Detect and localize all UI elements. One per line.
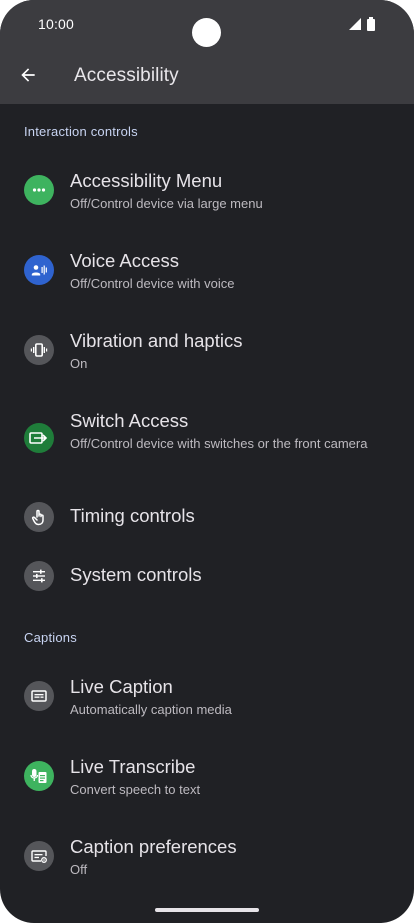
setting-subtitle: Off/Control device with switches or the … — [70, 436, 368, 451]
setting-vibration-haptics[interactable]: Vibration and haptics On — [0, 324, 414, 380]
setting-live-caption[interactable]: Live Caption Automatically caption media — [0, 670, 414, 726]
setting-title: Accessibility Menu — [70, 170, 223, 191]
back-button[interactable] — [10, 57, 46, 93]
setting-title: Switch Access — [70, 410, 189, 431]
setting-subtitle: Off/Control device with voice — [70, 276, 235, 291]
setting-icon-bg — [24, 502, 54, 532]
camera-cutout — [192, 18, 221, 47]
status-time: 10:00 — [38, 16, 75, 32]
voice-access-icon — [31, 265, 47, 276]
setting-voice-access[interactable]: Voice Access Off/Control device with voi… — [0, 244, 414, 300]
setting-title: Voice Access — [70, 250, 180, 271]
caption-settings-icon — [31, 850, 47, 863]
setting-title: Vibration and haptics — [70, 330, 243, 351]
live-transcribe-icon — [30, 769, 47, 783]
phone-screen: 10:00 Accessibility Interaction controls — [0, 0, 414, 923]
switch-access-icon — [29, 432, 48, 444]
setting-icon-bg — [24, 255, 54, 285]
page-title: Accessibility — [74, 65, 179, 86]
touch-hand-icon — [31, 509, 44, 526]
signal-icon — [349, 18, 361, 30]
setting-caption-preferences[interactable]: Caption preferences Off — [0, 830, 414, 886]
setting-icon-bg — [24, 423, 54, 453]
setting-subtitle: Off/Control device via large menu — [70, 196, 263, 211]
app-bar: Accessibility — [0, 52, 414, 102]
setting-title: Timing controls — [70, 505, 195, 526]
live-caption-icon — [31, 690, 47, 702]
setting-subtitle: Off — [70, 862, 88, 877]
setting-title: Live Caption — [70, 676, 173, 697]
setting-timing-controls[interactable]: Timing controls — [0, 498, 414, 536]
section-header-interaction-controls: Interaction controls — [24, 124, 138, 139]
home-gesture-bar[interactable] — [155, 908, 259, 912]
setting-subtitle: On — [70, 356, 88, 371]
setting-icon-bg — [24, 561, 54, 591]
setting-switch-access[interactable]: Switch Access Off/Control device with sw… — [0, 404, 414, 478]
setting-system-controls[interactable]: System controls — [0, 557, 414, 595]
more-horizontal-icon — [32, 188, 46, 192]
setting-subtitle: Convert speech to text — [70, 782, 201, 797]
setting-title: Caption preferences — [70, 836, 237, 857]
status-bar: 10:00 — [0, 0, 414, 48]
vibration-icon — [30, 343, 48, 357]
setting-title: Live Transcribe — [70, 756, 196, 777]
setting-accessibility-menu[interactable]: Accessibility Menu Off/Control device vi… — [0, 164, 414, 220]
setting-icon-bg — [24, 841, 54, 871]
setting-icon-bg — [24, 681, 54, 711]
status-icons — [348, 17, 376, 31]
setting-subtitle: Automatically caption media — [70, 702, 232, 717]
arrow-back-icon — [21, 68, 35, 82]
setting-icon-bg — [24, 175, 54, 205]
sliders-icon — [33, 569, 45, 583]
setting-icon-bg — [24, 335, 54, 365]
section-header-captions: Captions — [24, 630, 77, 645]
setting-live-transcribe[interactable]: Live Transcribe Convert speech to text — [0, 750, 414, 806]
battery-icon — [367, 17, 375, 31]
setting-icon-bg — [24, 761, 54, 791]
setting-title: System controls — [70, 564, 202, 585]
